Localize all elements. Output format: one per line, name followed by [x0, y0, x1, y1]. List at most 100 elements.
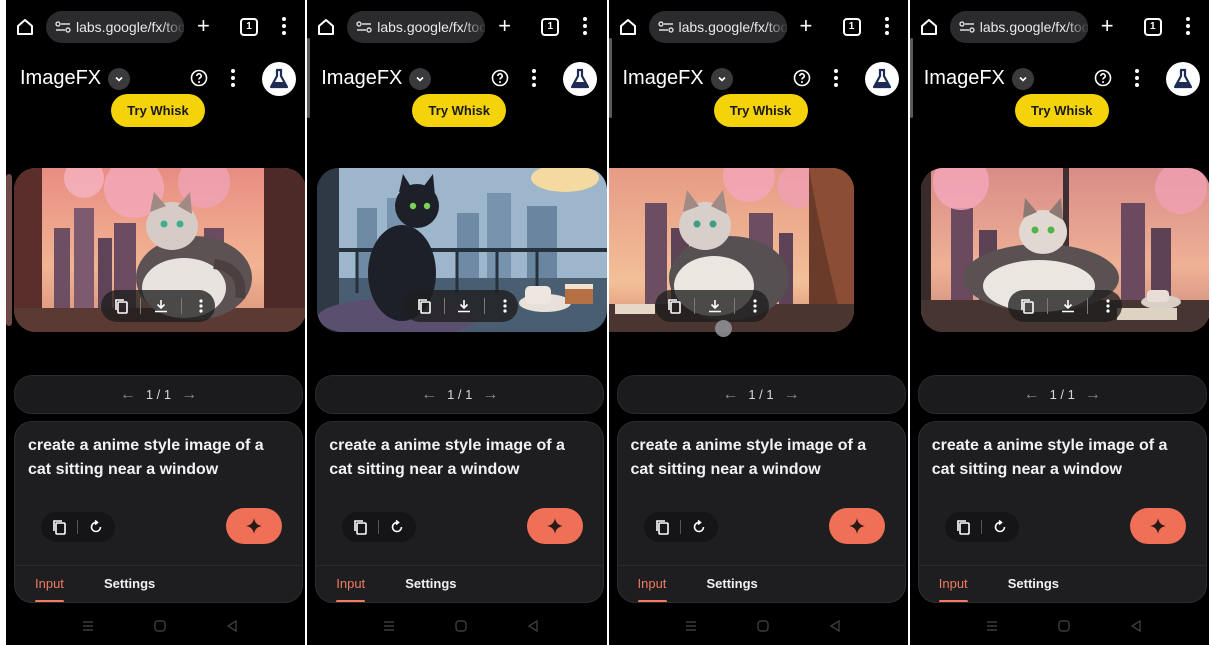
help-icon[interactable]	[1094, 69, 1112, 87]
prompt-input[interactable]: create a anime style image of a cat sitt…	[329, 434, 591, 482]
recents-icon[interactable]	[383, 620, 395, 632]
pager-prev-button[interactable]: ←	[421, 386, 437, 404]
more-icon[interactable]	[741, 292, 768, 320]
chevron-down-icon[interactable]	[108, 68, 130, 90]
generate-button[interactable]	[1129, 508, 1186, 544]
pager-next-button[interactable]: →	[1085, 386, 1101, 404]
refresh-icon[interactable]	[379, 512, 415, 542]
tab-input[interactable]: Input	[336, 576, 365, 591]
back-icon[interactable]	[527, 620, 539, 632]
tabs-icon[interactable]: 1	[842, 18, 861, 36]
refresh-icon[interactable]	[982, 512, 1018, 542]
try-whisk-button[interactable]: Try Whisk	[412, 94, 507, 127]
tab-input[interactable]: Input	[35, 576, 64, 591]
copy-icon[interactable]	[644, 512, 680, 542]
copy-icon[interactable]	[107, 292, 134, 320]
back-icon[interactable]	[1130, 620, 1142, 632]
tabs-icon[interactable]: 1	[1143, 18, 1162, 36]
help-icon[interactable]	[793, 69, 811, 87]
recents-icon[interactable]	[685, 620, 697, 632]
copy-icon[interactable]	[661, 292, 688, 320]
tab-settings[interactable]: Settings	[405, 576, 456, 591]
back-icon[interactable]	[226, 620, 238, 632]
generate-button[interactable]	[226, 508, 282, 544]
copy-icon[interactable]	[410, 292, 437, 320]
labs-flask-icon[interactable]	[864, 62, 899, 96]
try-whisk-button[interactable]: Try Whisk	[713, 94, 808, 127]
address-bar[interactable]: labs.google/fx/too	[46, 11, 184, 43]
app-menu-icon[interactable]	[833, 69, 838, 87]
labs-flask-icon[interactable]	[1165, 62, 1200, 96]
home-icon[interactable]	[317, 18, 335, 36]
back-icon[interactable]	[829, 620, 841, 632]
address-bar[interactable]: labs.google/fx/too	[949, 11, 1088, 43]
overflow-menu-icon[interactable]	[583, 17, 588, 37]
tab-input[interactable]: Input	[939, 576, 968, 591]
tab-settings[interactable]: Settings	[707, 576, 758, 591]
generate-button[interactable]	[527, 508, 584, 544]
home-icon[interactable]	[16, 18, 34, 36]
image-carousel[interactable]	[910, 168, 1209, 332]
overflow-menu-icon[interactable]	[884, 17, 889, 37]
recents-icon[interactable]	[986, 620, 998, 632]
chevron-down-icon[interactable]	[409, 68, 432, 90]
refresh-icon[interactable]	[681, 512, 717, 542]
home-circle-icon[interactable]	[1058, 620, 1070, 632]
image-carousel[interactable]	[608, 168, 908, 337]
new-tab-button[interactable]: +	[197, 15, 210, 37]
app-menu-icon[interactable]	[1134, 69, 1139, 87]
new-tab-button[interactable]: +	[498, 15, 511, 37]
tab-settings[interactable]: Settings	[1008, 576, 1059, 591]
more-icon[interactable]	[188, 292, 215, 320]
home-circle-icon[interactable]	[756, 620, 769, 632]
new-tab-button[interactable]: +	[1101, 15, 1114, 37]
copy-icon[interactable]	[342, 512, 378, 542]
image-carousel[interactable]	[6, 168, 306, 332]
home-icon[interactable]	[920, 18, 938, 36]
copy-icon[interactable]	[1014, 292, 1041, 320]
address-bar[interactable]: labs.google/fx/too	[648, 11, 787, 43]
help-icon[interactable]	[491, 69, 509, 87]
try-whisk-button[interactable]: Try Whisk	[1014, 94, 1109, 127]
site-settings-icon[interactable]	[356, 20, 372, 34]
tab-input[interactable]: Input	[638, 576, 667, 591]
pager-prev-button[interactable]: ←	[120, 386, 136, 404]
previous-image-peek[interactable]	[6, 174, 12, 326]
help-icon[interactable]	[190, 69, 208, 87]
copy-icon[interactable]	[41, 512, 77, 542]
site-settings-icon[interactable]	[959, 20, 975, 34]
overflow-menu-icon[interactable]	[1185, 17, 1190, 37]
copy-icon[interactable]	[945, 512, 981, 542]
labs-flask-icon[interactable]	[563, 62, 598, 96]
address-bar[interactable]: labs.google/fx/too	[347, 11, 486, 43]
pager-prev-button[interactable]: ←	[1024, 386, 1040, 404]
download-icon[interactable]	[1054, 292, 1081, 320]
generate-button[interactable]	[828, 508, 885, 544]
pager-prev-button[interactable]: ←	[722, 386, 738, 404]
prompt-input[interactable]: create a anime style image of a cat sitt…	[28, 434, 290, 482]
image-carousel[interactable]	[307, 168, 607, 332]
site-settings-icon[interactable]	[657, 20, 674, 34]
prompt-input[interactable]: create a anime style image of a cat sitt…	[932, 434, 1194, 482]
home-circle-icon[interactable]	[154, 620, 166, 632]
app-menu-icon[interactable]	[231, 69, 235, 87]
refresh-icon[interactable]	[78, 512, 114, 542]
site-settings-icon[interactable]	[55, 20, 71, 34]
tab-settings[interactable]: Settings	[104, 576, 155, 591]
app-menu-icon[interactable]	[532, 69, 537, 87]
download-icon[interactable]	[701, 292, 728, 320]
labs-flask-icon[interactable]	[262, 62, 296, 96]
more-icon[interactable]	[491, 292, 518, 320]
home-circle-icon[interactable]	[455, 620, 467, 632]
try-whisk-button[interactable]: Try Whisk	[111, 94, 205, 127]
download-icon[interactable]	[451, 292, 478, 320]
pager-next-button[interactable]: →	[181, 386, 197, 404]
tabs-icon[interactable]: 1	[240, 18, 258, 36]
pager-next-button[interactable]: →	[482, 386, 498, 404]
pager-next-button[interactable]: →	[784, 386, 800, 404]
more-icon[interactable]	[1094, 292, 1121, 320]
download-icon[interactable]	[147, 292, 174, 320]
home-icon[interactable]	[619, 18, 637, 36]
tabs-icon[interactable]: 1	[541, 18, 560, 36]
chevron-down-icon[interactable]	[710, 68, 733, 90]
